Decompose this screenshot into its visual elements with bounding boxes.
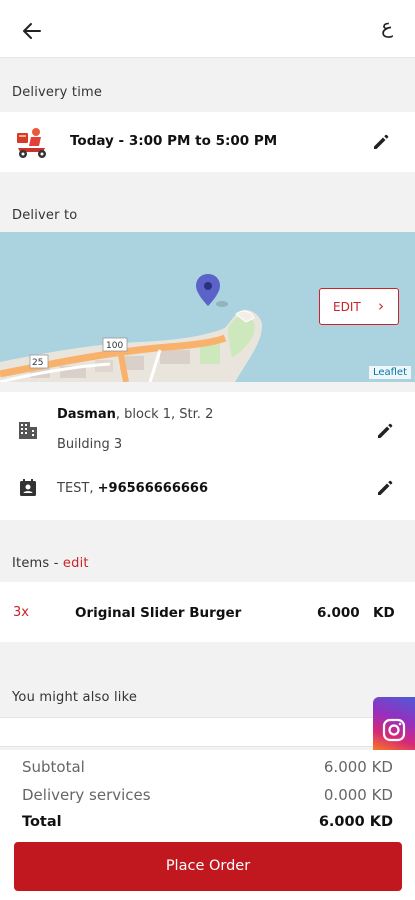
place-order-button[interactable]: Place Order (14, 842, 402, 891)
chevron-right-icon: › (378, 297, 384, 315)
address-area: Dasman (57, 407, 116, 422)
order-summary: Subtotal 6.000 KD Delivery services 0.00… (0, 750, 415, 838)
item-currency: KD (373, 605, 395, 621)
building-icon (17, 419, 39, 441)
suggestions-carousel[interactable] (0, 717, 415, 747)
delivery-fee-label: Delivery services (22, 786, 151, 804)
suggestions-label: You might also like (12, 690, 138, 705)
delivery-fee-value: 0.000 KD (323, 786, 393, 804)
total-label: Total (22, 814, 62, 830)
subtotal-row: Subtotal 6.000 KD (22, 758, 393, 780)
delivery-fee-row: Delivery services 0.000 KD (22, 786, 393, 808)
item-name: Original Slider Burger (75, 605, 242, 621)
items-edit-link[interactable]: edit (63, 556, 89, 571)
address-line-1: Dasman, block 1, Str. 2 (57, 407, 213, 422)
contact-line: TEST, +96566666666 (57, 481, 208, 496)
address-line-2: Building 3 (57, 437, 123, 452)
footer: Place Order (0, 838, 415, 900)
map-attribution-link[interactable]: Leaflet (368, 366, 411, 379)
pencil-icon[interactable] (375, 421, 395, 441)
back-arrow-icon[interactable] (18, 17, 46, 45)
delivery-time-label: Delivery time (12, 85, 103, 100)
subtotal-label: Subtotal (22, 758, 85, 776)
language-toggle-button[interactable]: ع (381, 14, 393, 38)
pencil-icon[interactable] (371, 132, 391, 152)
top-bar: ع (0, 0, 415, 58)
contact-phone: +96566666666 (97, 481, 209, 496)
address-card: Dasman, block 1, Str. 2 Building 3 TEST,… (0, 392, 415, 520)
contact-card-icon (18, 478, 38, 498)
contact-name: TEST, (57, 481, 98, 496)
map-edit-button[interactable]: EDIT › (319, 288, 399, 325)
total-value: 6.000 KD (318, 814, 393, 830)
delivery-time-card[interactable]: Today - 3:00 PM to 5:00 PM (0, 112, 415, 172)
total-row: Total 6.000 KD (22, 814, 393, 836)
road-number-100: 100 (106, 341, 123, 351)
deliver-to-label: Deliver to (12, 208, 78, 223)
items-label: Items - edit (12, 556, 89, 571)
pencil-icon[interactable] (375, 478, 395, 498)
list-item: 3x Original Slider Burger 6.000 KD (0, 582, 415, 642)
road-number-25: 25 (32, 358, 43, 368)
address-details: , block 1, Str. 2 (115, 407, 214, 422)
delivery-time-text: Today - 3:00 PM to 5:00 PM (70, 133, 278, 149)
subtotal-value: 6.000 KD (323, 758, 393, 776)
item-quantity: 3x (13, 605, 29, 620)
item-price: 6.000 (317, 605, 360, 621)
scooter-icon (14, 124, 50, 160)
